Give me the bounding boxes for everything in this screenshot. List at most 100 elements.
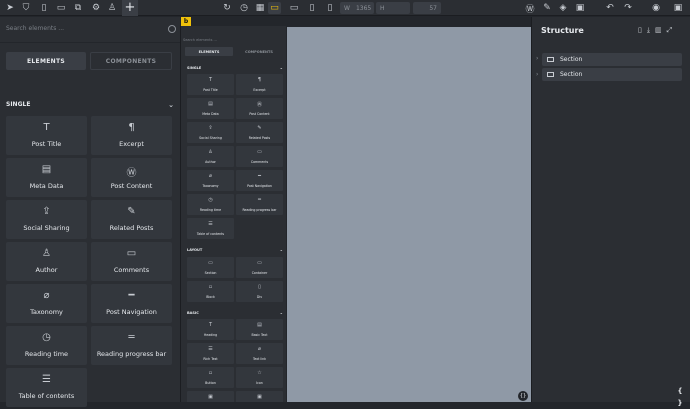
element-card-meta-data[interactable]: ▤ Meta Data [6,158,87,197]
element-card-excerpt[interactable]: ¶ Excerpt [91,116,172,155]
element-card-social-sharing[interactable]: ⇪ Social Sharing [6,200,87,239]
element-card-heading[interactable]: T Heading [187,319,234,340]
tab-components[interactable]: COMPONENTS [90,52,172,70]
element-card-video[interactable]: ▣Video [236,391,283,402]
table-of-contents-icon: ☰ [208,221,213,227]
layout-icon[interactable]: ▦ [254,2,266,14]
element-card-section[interactable]: ▭ Section [187,257,234,278]
mini-elements-panel: Search elements ... ELEMENTS COMPONENTS … [180,26,286,402]
element-card-block[interactable]: ▫ Block [187,281,234,302]
history-icon[interactable]: ◷ [238,2,250,14]
chevron-right-icon[interactable]: › [536,71,538,78]
element-card-rich-text[interactable]: ☰ Rich Text [187,343,234,364]
element-card-post-navigation[interactable]: ━ Post Navigation [91,284,172,323]
element-card-label: Post Content [249,112,270,116]
expand-icon[interactable]: ⤢ [667,26,673,35]
element-card-comments[interactable]: ▭ Comments [236,146,283,167]
related-posts-icon: ✎ [127,206,136,217]
element-card-reading-time[interactable]: ◷ Reading time [6,326,87,365]
tablet-icon[interactable]: ▯ [306,2,318,14]
eye-icon[interactable]: ◉ [650,2,662,14]
element-card-container[interactable]: ▭ Container [236,257,283,278]
download-icon[interactable]: ⤓ [647,26,650,35]
element-card-comments[interactable]: ▭ Comments [91,242,172,281]
section-header-single[interactable]: SINGLE ⌄ [6,101,174,111]
element-card-reading-time[interactable]: ◷ Reading time [187,194,234,215]
reading-progress-bar-icon: ═ [128,332,135,343]
element-card-basic-text[interactable]: ▤ Basic Text [236,319,283,340]
element-card-post-title[interactable]: T Post Title [6,116,87,155]
paint-icon[interactable]: ✎ [541,2,553,14]
element-card-reading-progress-bar[interactable]: ═ Reading progress bar [91,326,172,365]
gear-icon[interactable]: ⚙ [90,2,102,14]
element-card-table-of-contents[interactable]: ☰ Table of contents [187,218,234,239]
element-card-label: Related Posts [248,136,271,140]
element-card-icon[interactable]: ☆ Icon [236,367,283,388]
element-card-table-of-contents[interactable]: ☰ Table of contents [6,368,87,407]
height-field[interactable]: H [376,2,410,14]
mini-tab-components[interactable]: COMPONENTS [235,47,283,56]
code-icon[interactable]: {} [518,391,528,401]
search-bar[interactable]: Search elements ... [0,17,180,43]
element-card-post-navigation[interactable]: ━ Post Navigation [236,170,283,191]
search-icon[interactable] [168,25,176,33]
mini-section-layout[interactable]: LAYOUT ⌄ [187,247,283,252]
element-card-reading-progress-bar[interactable]: ═ Reading progress bar [236,194,283,215]
container-icon: ▭ [257,260,262,266]
element-card-post-content[interactable]: Ⓦ Post Content [236,98,283,119]
mini-panel-tabs: ELEMENTS COMPONENTS [185,47,283,56]
phone-icon[interactable]: ▯ [324,2,336,14]
desktop-icon[interactable]: ▭ [268,2,281,14]
layers-icon[interactable]: ◈ [557,2,569,14]
structure-row[interactable]: Section [542,68,682,81]
mini-basic-grid: T Heading ▤ Basic Text ☰ Rich Text ⌀ Text link ▫… [187,319,283,402]
element-card-related-posts[interactable]: ✎ Related Posts [236,122,283,143]
zoom-field[interactable]: 57 [413,2,441,14]
chevron-right-icon[interactable]: › [536,55,538,62]
mini-tab-elements[interactable]: ELEMENTS [185,47,233,56]
element-card-post-title[interactable]: T Post Title [187,74,234,95]
element-card-excerpt[interactable]: ¶ Excerpt [236,74,283,95]
width-field[interactable]: W 1365 [340,2,374,14]
trash-icon[interactable]: ▥ [655,26,662,35]
element-card-text-link[interactable]: ⌀ Text link [236,343,283,364]
clipboard-icon[interactable]: ▯ [638,26,642,35]
element-card-image[interactable]: ▣Image [187,391,234,402]
element-card-div[interactable]: ▯ Div [236,281,283,302]
element-card-author[interactable]: ♙ Author [6,242,87,281]
file-copy-icon[interactable]: ⧉ [72,2,84,14]
save-icon[interactable]: ▣ [672,2,684,14]
logo-icon[interactable]: b [181,17,191,26]
search-input[interactable]: Search elements ... [6,25,64,32]
code-braces-icon[interactable]: { } [674,385,686,407]
redo-icon[interactable]: ↷ [622,2,634,14]
mini-section-single[interactable]: SINGLE ⌄ [187,65,283,70]
post-title-icon: T [43,122,50,133]
element-card-taxonomy[interactable]: ⌀ Taxonomy [187,170,234,191]
mini-search-input[interactable]: Search elements ... [183,38,283,46]
cursor-icon[interactable]: ➤ [4,2,16,14]
refresh-icon[interactable]: ↻ [221,2,233,14]
element-card-related-posts[interactable]: ✎ Related Posts [91,200,172,239]
element-card-author[interactable]: ♙ Author [187,146,234,167]
folder-icon[interactable]: ▭ [55,2,67,14]
element-card-taxonomy[interactable]: ⌀ Taxonomy [6,284,87,323]
mini-section-basic[interactable]: BASIC ⌄ [187,310,283,315]
element-card-social-sharing[interactable]: ⇪ Social Sharing [187,122,234,143]
element-card-label: Post Navigation [106,308,157,316]
logo-icon[interactable]: ⛉ [20,2,32,14]
elements-grid: T Post Title ¶ Excerpt ▤ Meta Data Ⓦ Post Conte… [6,116,172,407]
add-button[interactable]: + [122,0,138,16]
user-icon[interactable]: ♙ [106,2,118,14]
element-card-meta-data[interactable]: ▤ Meta Data [187,98,234,119]
element-card-button[interactable]: ▫ Button [187,367,234,388]
tab-elements[interactable]: ELEMENTS [6,52,86,70]
undo-icon[interactable]: ↶ [604,2,616,14]
wordpress-icon[interactable]: Ⓦ [524,2,536,15]
structure-row[interactable]: Section [542,53,682,66]
template-icon[interactable]: ▣ [574,2,586,14]
element-card-post-content[interactable]: Ⓦ Post Content [91,158,172,197]
laptop-icon[interactable]: ▭ [288,2,300,14]
file-icon[interactable]: ▯ [38,2,50,14]
canvas[interactable] [287,27,531,402]
